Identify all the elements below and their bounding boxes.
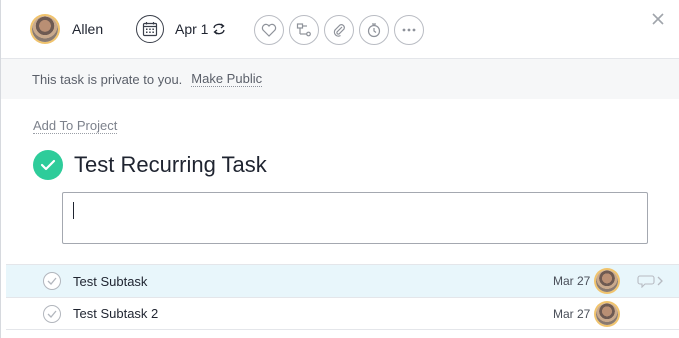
task-title-row: Test Recurring Task: [33, 150, 267, 180]
subtask-row[interactable]: Test Subtask Mar 27: [6, 264, 679, 297]
subtask-check-icon[interactable]: [43, 272, 61, 290]
add-to-project-link[interactable]: Add To Project: [33, 118, 118, 134]
paperclip-icon[interactable]: [324, 15, 354, 45]
subtask-list: Test Subtask Mar 27 Test Subtask 2 Mar 2…: [6, 264, 679, 330]
due-date-button[interactable]: Apr 1: [136, 15, 227, 43]
text-caret: [73, 202, 74, 219]
more-icon[interactable]: [394, 15, 424, 45]
subtask-date[interactable]: Mar 27: [553, 274, 590, 288]
description-input[interactable]: [62, 192, 648, 244]
subtask-assignee-avatar[interactable]: [596, 270, 618, 292]
subtask-name[interactable]: Test Subtask: [73, 274, 147, 289]
make-public-link[interactable]: Make Public: [191, 71, 263, 87]
task-details-pane: Allen Apr 1 This task is private to you.…: [0, 0, 679, 338]
comment-icon[interactable]: [637, 274, 667, 288]
privacy-banner: This task is private to you. Make Public: [1, 59, 679, 99]
assignee-name: Allen: [72, 21, 104, 37]
stopwatch-icon[interactable]: [359, 15, 389, 45]
task-actions: [254, 15, 429, 45]
task-toolbar: Allen Apr 1: [1, 0, 679, 59]
due-date-label: Apr 1: [175, 21, 209, 37]
assignee-avatar: [32, 16, 58, 42]
recurrence-icon: [211, 22, 227, 36]
assignee-button[interactable]: Allen: [32, 16, 103, 42]
subtask-date[interactable]: Mar 27: [553, 307, 590, 321]
subtask-name[interactable]: Test Subtask 2: [73, 306, 158, 321]
complete-check-icon[interactable]: [33, 150, 63, 180]
calendar-icon: [136, 15, 164, 43]
close-icon[interactable]: [650, 11, 666, 27]
dependency-icon[interactable]: [289, 15, 319, 45]
task-title[interactable]: Test Recurring Task: [74, 152, 267, 178]
heart-icon[interactable]: [254, 15, 284, 45]
subtask-check-icon[interactable]: [43, 304, 61, 323]
subtask-assignee-avatar[interactable]: [596, 302, 618, 325]
privacy-text: This task is private to you.: [32, 71, 183, 87]
subtask-row[interactable]: Test Subtask 2 Mar 27: [6, 297, 679, 330]
